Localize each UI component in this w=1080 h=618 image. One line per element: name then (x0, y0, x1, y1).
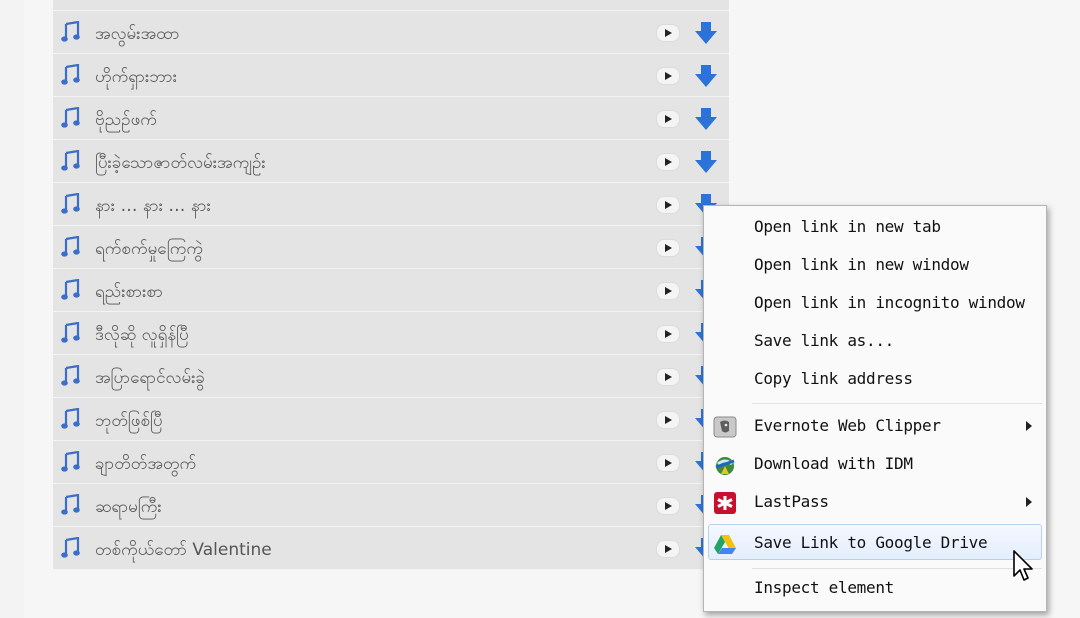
song-row[interactable]: ဘုတ်ဖြစ်ပြီ (53, 398, 729, 441)
menu-item-label: Save Link to Google Drive (754, 533, 988, 552)
menu-item-label: Copy link address (754, 369, 913, 388)
music-note-icon (61, 64, 80, 85)
song-title: ဘုတ်ဖြစ်ပြီ (95, 411, 163, 431)
song-title: တစ်ကိုယ်တော် Valentine (95, 540, 272, 560)
play-button[interactable] (656, 282, 680, 300)
mouse-cursor-icon (1013, 550, 1033, 581)
song-title: အလွမ်းအထာ (95, 24, 180, 44)
play-button[interactable] (656, 24, 680, 42)
music-note-icon (61, 537, 80, 558)
menu-item-evernote-web-clipper[interactable]: Evernote Web Clipper (704, 408, 1046, 444)
menu-item-label: Download with IDM (754, 454, 913, 473)
google-drive-icon (714, 535, 736, 554)
submenu-arrow-icon (1026, 421, 1032, 431)
song-title: ဟိုက်ရှားဘား (95, 67, 178, 87)
left-pane (0, 0, 24, 618)
song-row[interactable]: ရက်စက်မှုကြေကွဲ (53, 226, 729, 269)
music-note-icon (61, 365, 80, 386)
song-title: ချာတိတ်အတွက် (95, 454, 197, 474)
menu-item-save-to-google-drive[interactable]: Save Link to Google Drive (708, 524, 1042, 560)
submenu-arrow-icon (1026, 497, 1032, 507)
context-menu: Open link in new tab Open link in new wi… (703, 205, 1047, 612)
song-row[interactable]: ရည်းစားစာ (53, 269, 729, 312)
download-icon[interactable] (694, 63, 718, 89)
music-note-icon (61, 451, 80, 472)
menu-item-open-new-tab[interactable]: Open link in new tab (704, 209, 1046, 245)
play-button[interactable] (656, 325, 680, 343)
song-row[interactable]: တစ်ကိုယ်တော် Valentine (53, 527, 729, 570)
song-row[interactable]: အပြာရောင်လမ်းခွဲ (53, 355, 729, 398)
play-button[interactable] (656, 411, 680, 429)
music-note-icon (61, 150, 80, 171)
menu-item-label: Open link in new tab (754, 217, 941, 236)
menu-item-lastpass[interactable]: LastPass (704, 484, 1046, 520)
idm-icon (715, 457, 735, 475)
play-button[interactable] (656, 153, 680, 171)
music-note-icon (61, 322, 80, 343)
menu-separator (752, 568, 1042, 569)
menu-item-save-link-as[interactable]: Save link as... (704, 323, 1046, 359)
song-title: ဗိုညဥ်ဖက် (95, 110, 157, 130)
menu-item-label: Inspect element (754, 578, 894, 597)
menu-separator (752, 403, 1042, 404)
song-title: ဒီလိုဆို လူရှိန်ပြီ (95, 325, 189, 345)
song-row[interactable]: ဒီလိုဆို လူရှိန်ပြီ (53, 312, 729, 355)
download-icon[interactable] (694, 106, 718, 132)
song-row[interactable]: ဆရာမကြီး (53, 484, 729, 527)
song-row[interactable]: ပြီးခဲ့သောဇာတ်လမ်းအကျဥ်း (53, 140, 729, 183)
song-row[interactable] (53, 0, 729, 11)
music-note-icon (61, 21, 80, 42)
download-icon[interactable] (694, 20, 718, 46)
menu-item-open-new-window[interactable]: Open link in new window (704, 247, 1046, 283)
lastpass-icon (714, 492, 736, 514)
play-button[interactable] (656, 196, 680, 214)
song-title: အပြာရောင်လမ်းခွဲ (95, 368, 206, 388)
download-icon[interactable] (694, 149, 718, 175)
evernote-icon (713, 416, 737, 438)
menu-item-label: Open link in incognito window (754, 293, 1025, 312)
menu-item-label: Open link in new window (754, 255, 969, 274)
play-button[interactable] (656, 67, 680, 85)
song-title: ပြီးခဲ့သောဇာတ်လမ်းအကျဥ်း (95, 153, 266, 173)
music-note-icon (61, 107, 80, 128)
music-note-icon (61, 236, 80, 257)
menu-item-copy-link-address[interactable]: Copy link address (704, 361, 1046, 397)
play-button[interactable] (656, 454, 680, 472)
song-row[interactable]: ချာတိတ်အတွက် (53, 441, 729, 484)
menu-item-open-incognito[interactable]: Open link in incognito window (704, 285, 1046, 321)
menu-item-label: Save link as... (754, 331, 894, 350)
music-note-icon (61, 193, 80, 214)
play-button[interactable] (656, 497, 680, 515)
menu-item-download-with-idm[interactable]: Download with IDM (704, 446, 1046, 482)
play-button[interactable] (656, 110, 680, 128)
song-title: နား … နား … နား (95, 196, 211, 216)
song-title: ရက်စက်မှုကြေကွဲ (95, 239, 203, 259)
song-title: ဆရာမကြီး (95, 497, 162, 517)
play-button[interactable] (656, 239, 680, 257)
music-note-icon (61, 279, 80, 300)
song-row[interactable]: ဗိုညဥ်ဖက် (53, 97, 729, 140)
play-button[interactable] (656, 368, 680, 386)
menu-item-label: Evernote Web Clipper (754, 416, 941, 435)
song-row[interactable]: အလွမ်းအထာ (53, 11, 729, 54)
song-title: ရည်းစားစာ (95, 282, 163, 302)
song-row[interactable]: ဟိုက်ရှားဘား (53, 54, 729, 97)
music-note-icon (61, 494, 80, 515)
menu-item-inspect-element[interactable]: Inspect element (704, 570, 1046, 606)
menu-item-label: LastPass (754, 492, 829, 511)
play-button[interactable] (656, 540, 680, 558)
song-list: အလွမ်းအထာ ဟိုက်ရှားဘား ဗိုညဥ်ဖက် ပြီးခဲ့… (53, 0, 729, 570)
song-row[interactable]: နား … နား … နား (53, 183, 729, 226)
music-note-icon (61, 408, 80, 429)
